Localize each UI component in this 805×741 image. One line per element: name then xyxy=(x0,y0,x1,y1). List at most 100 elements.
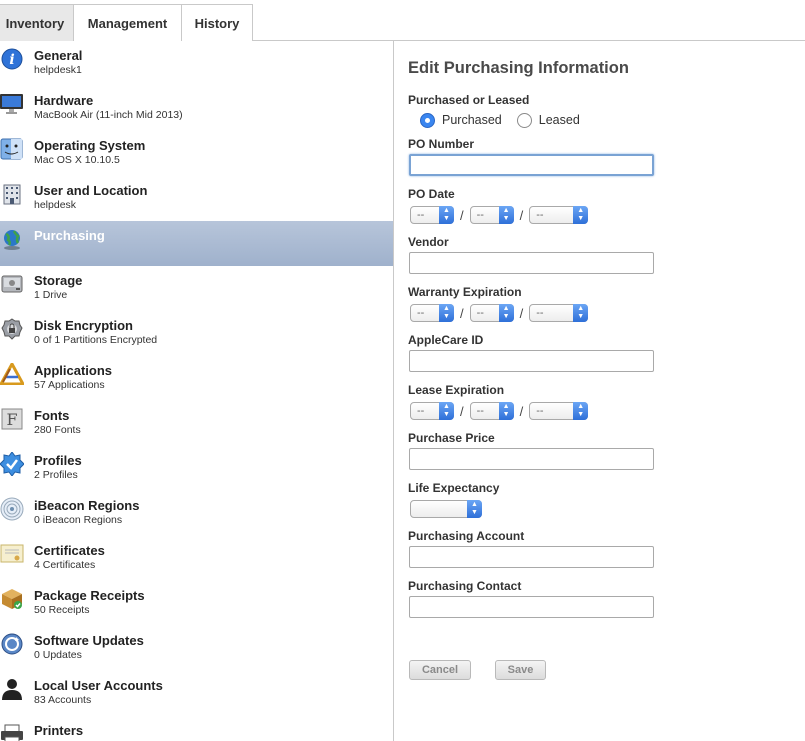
chevron-up-down-icon: ▲ ▼ xyxy=(467,500,482,518)
po-date-selects: -- ▲ ▼ / -- ▲ ▼ / -- ▲ ▼ xyxy=(410,205,589,225)
finder-icon xyxy=(0,137,24,161)
po-number-input[interactable] xyxy=(409,154,654,176)
purchased-radio-label[interactable]: Purchased xyxy=(442,113,502,127)
sidebar-item-general[interactable]: i General helpdesk1 xyxy=(0,41,393,86)
applications-icon xyxy=(0,362,24,386)
purchase-price-label: Purchase Price xyxy=(408,431,495,445)
chevron-up-down-icon: ▲ ▼ xyxy=(573,304,589,322)
date-separator: / xyxy=(519,305,524,321)
sidebar-item-printers[interactable]: Printers xyxy=(0,716,393,741)
date-separator: / xyxy=(460,207,464,223)
purchasing-contact-label: Purchasing Contact xyxy=(408,579,522,593)
sidebar-item-package-receipts[interactable]: Package Receipts 50 Receipts xyxy=(0,581,393,626)
life-expectancy-select[interactable]: ▲ ▼ xyxy=(410,500,482,518)
tab-inventory[interactable]: Inventory xyxy=(0,4,74,41)
purchased-radio[interactable] xyxy=(420,112,435,128)
vendor-input[interactable] xyxy=(409,252,654,274)
sidebar-item-sub: 50 Receipts xyxy=(34,604,90,616)
purchased-or-leased-radio-group: Purchased Leased xyxy=(420,111,595,129)
sidebar-item-sub: 0 iBeacon Regions xyxy=(34,514,123,526)
sidebar-item-label: Storage xyxy=(34,273,83,288)
svg-text:F: F xyxy=(6,410,17,429)
sidebar-item-certificates[interactable]: Certificates 4 Certificates xyxy=(0,536,393,581)
vendor-label: Vendor xyxy=(408,235,449,249)
software-update-icon xyxy=(0,632,24,656)
purchasing-account-input[interactable] xyxy=(409,546,654,568)
sidebar-item-label: Operating System xyxy=(34,138,146,153)
save-button[interactable]: Save xyxy=(495,660,546,680)
lease-day-select[interactable]: -- ▲ ▼ xyxy=(469,402,514,420)
sidebar: i General helpdesk1 Hardware MacBook Air… xyxy=(0,41,394,741)
tab-history[interactable]: History xyxy=(181,4,253,41)
warranty-day-select[interactable]: -- ▲ ▼ xyxy=(469,304,514,322)
sidebar-item-label: Software Updates xyxy=(34,633,144,648)
po-date-month-select[interactable]: -- ▲ ▼ xyxy=(410,206,454,224)
po-date-label: PO Date xyxy=(408,187,455,201)
sidebar-item-operating-system[interactable]: Operating System Mac OS X 10.10.5 xyxy=(0,131,393,176)
date-separator: / xyxy=(460,305,464,321)
date-separator: / xyxy=(519,207,524,223)
sidebar-item-profiles[interactable]: Profiles 2 Profiles xyxy=(0,446,393,491)
date-separator: / xyxy=(519,403,524,419)
po-date-year-select[interactable]: -- ▲ ▼ xyxy=(529,206,589,224)
sidebar-item-label: Fonts xyxy=(34,408,70,423)
sidebar-item-sub: 83 Accounts xyxy=(34,694,92,706)
purchase-price-input[interactable] xyxy=(409,448,654,470)
user-icon xyxy=(0,677,24,701)
sidebar-item-sub: 0 of 1 Partitions Encrypted xyxy=(34,334,158,346)
chevron-up-down-icon: ▲ ▼ xyxy=(498,304,514,322)
sidebar-item-software-updates[interactable]: Software Updates 0 Updates xyxy=(0,626,393,671)
po-number-label: PO Number xyxy=(408,137,475,151)
purchasing-account-label: Purchasing Account xyxy=(408,529,525,543)
cancel-button[interactable]: Cancel xyxy=(409,660,471,680)
certificate-icon xyxy=(0,542,24,566)
sidebar-item-label: Certificates xyxy=(34,543,105,558)
printer-icon xyxy=(0,722,24,741)
sidebar-item-applications[interactable]: Applications 57 Applications xyxy=(0,356,393,401)
tab-management[interactable]: Management xyxy=(73,4,182,41)
display-icon xyxy=(0,92,24,116)
sidebar-item-label: iBeacon Regions xyxy=(34,498,140,513)
sidebar-item-sub: 280 Fonts xyxy=(34,424,81,436)
purchasing-contact-input[interactable] xyxy=(409,596,654,618)
sidebar-item-storage[interactable]: Storage 1 Drive xyxy=(0,266,393,311)
sidebar-item-sub: 0 Updates xyxy=(34,649,82,661)
leased-radio[interactable] xyxy=(516,112,532,128)
lease-month-select[interactable]: -- ▲ ▼ xyxy=(410,402,454,420)
sidebar-item-local-user-accounts[interactable]: Local User Accounts 83 Accounts xyxy=(0,671,393,716)
sidebar-item-label: General xyxy=(34,48,83,63)
sidebar-item-purchasing[interactable]: Purchasing xyxy=(0,221,393,266)
package-icon xyxy=(0,587,24,611)
sidebar-item-sub: 2 Profiles xyxy=(34,469,78,481)
sidebar-item-user-and-location[interactable]: User and Location helpdesk xyxy=(0,176,393,221)
warranty-month-select[interactable]: -- ▲ ▼ xyxy=(410,304,454,322)
purchasing-form: Edit Purchasing Information Purchased or… xyxy=(395,41,805,741)
sidebar-item-ibeacon-regions[interactable]: iBeacon Regions 0 iBeacon Regions xyxy=(0,491,393,536)
sidebar-item-fonts[interactable]: F Fonts 280 Fonts xyxy=(0,401,393,446)
date-separator: / xyxy=(460,403,464,419)
tab-bar: Inventory Management History xyxy=(0,0,805,41)
warranty-year-select[interactable]: -- ▲ ▼ xyxy=(529,304,589,322)
applecare-id-input[interactable] xyxy=(409,350,654,372)
chevron-up-down-icon: ▲ ▼ xyxy=(439,402,454,420)
po-date-day-select[interactable]: -- ▲ ▼ xyxy=(469,206,514,224)
sidebar-item-sub: helpdesk xyxy=(34,199,77,211)
ibeacon-icon xyxy=(0,497,24,521)
lease-expiration-label: Lease Expiration xyxy=(408,383,505,397)
sidebar-item-label: Local User Accounts xyxy=(34,678,163,693)
warranty-expiration-selects: -- ▲ ▼ / -- ▲ ▼ / -- ▲ ▼ xyxy=(410,303,589,323)
leased-radio-label[interactable]: Leased xyxy=(539,113,580,127)
info-icon: i xyxy=(0,47,24,71)
font-icon: F xyxy=(0,407,24,431)
sidebar-item-disk-encryption[interactable]: Disk Encryption 0 of 1 Partitions Encryp… xyxy=(0,311,393,356)
sidebar-item-label: Package Receipts xyxy=(34,588,145,603)
purchased-or-leased-label: Purchased or Leased xyxy=(408,93,530,107)
globe-icon xyxy=(0,227,24,251)
sidebar-item-label: Disk Encryption xyxy=(34,318,133,333)
lease-year-select[interactable]: -- ▲ ▼ xyxy=(529,402,589,420)
chevron-up-down-icon: ▲ ▼ xyxy=(573,402,589,420)
sidebar-item-label: Purchasing xyxy=(34,228,105,243)
sidebar-item-hardware[interactable]: Hardware MacBook Air (11-inch Mid 2013) xyxy=(0,86,393,131)
svg-text:i: i xyxy=(9,52,14,68)
warranty-expiration-label: Warranty Expiration xyxy=(408,285,522,299)
